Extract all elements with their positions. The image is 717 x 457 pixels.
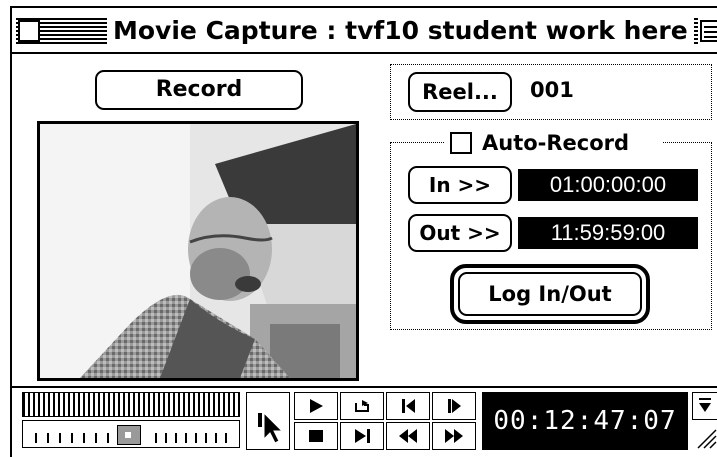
size-box-icon[interactable] — [692, 422, 717, 450]
jog-ticks-right — [155, 433, 235, 443]
pause-icon — [258, 413, 262, 427]
window-title: Movie Capture : tvf10 student work here — [107, 14, 694, 48]
fast-forward-icon — [445, 429, 463, 443]
video-preview — [37, 121, 359, 381]
stop-button[interactable] — [294, 422, 338, 450]
step-forward-icon — [355, 429, 370, 443]
down-arrow-icon — [699, 398, 711, 412]
play-icon — [310, 399, 323, 413]
shuttle-slider[interactable] — [22, 392, 240, 417]
rewind-icon — [399, 429, 417, 443]
transport-timecode: 00:12:47:07 — [482, 392, 688, 450]
loop-icon — [355, 400, 369, 412]
out-timecode-field[interactable]: 11:59:59:00 — [518, 217, 698, 249]
rewind-button[interactable] — [386, 422, 430, 450]
auto-record-checkbox[interactable] — [450, 132, 472, 154]
reel-number: 001 — [530, 78, 574, 102]
title-bar[interactable]: Movie Capture : tvf10 student work here — [12, 8, 717, 54]
auto-record-label: Auto-Record — [482, 131, 630, 155]
step-forward-button[interactable] — [340, 422, 384, 450]
in-timecode-field[interactable]: 01:00:00:00 — [518, 169, 698, 201]
record-button[interactable]: Record — [95, 70, 303, 110]
jog-thumb[interactable] — [117, 425, 141, 445]
frame-forward-button[interactable] — [432, 392, 476, 420]
transport-divider — [12, 386, 717, 388]
stop-icon — [309, 430, 323, 442]
zoom-box-icon[interactable] — [700, 20, 717, 42]
pause-button[interactable] — [246, 392, 290, 450]
loop-button[interactable] — [340, 392, 384, 420]
menu-dropdown-button[interactable] — [692, 392, 717, 420]
frame-back-button[interactable] — [386, 392, 430, 420]
out-button[interactable]: Out >> — [408, 214, 512, 252]
fast-forward-button[interactable] — [432, 422, 476, 450]
frame-forward-icon — [448, 399, 461, 413]
auto-record-header: Auto-Record — [444, 128, 662, 158]
play-button[interactable] — [294, 392, 338, 420]
jog-slider[interactable] — [22, 420, 240, 448]
frame-back-icon — [402, 399, 415, 413]
pointer-arrow-icon — [263, 411, 284, 444]
jog-ticks-left — [35, 433, 115, 443]
movie-capture-window: Movie Capture : tvf10 student work here … — [10, 6, 717, 457]
reel-button[interactable]: Reel... — [408, 72, 512, 112]
in-button[interactable]: In >> — [408, 166, 512, 204]
log-in-out-button[interactable]: Log In/Out — [458, 272, 642, 316]
video-frame-image — [40, 124, 356, 378]
close-box-icon[interactable] — [18, 20, 40, 42]
